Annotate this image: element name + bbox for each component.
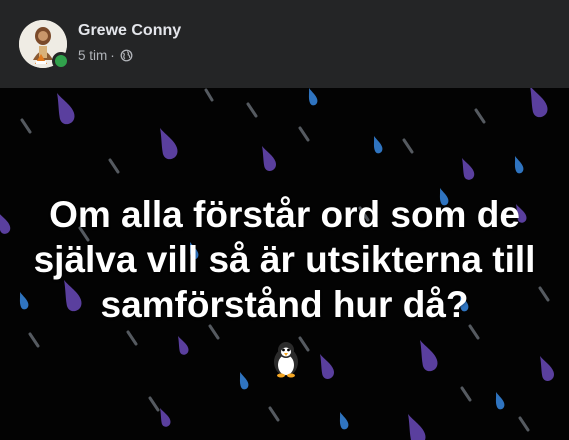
meta-separator: · xyxy=(110,48,115,63)
post-card: Grewe Conny 5 tim · Om alla förstår ord … xyxy=(0,0,569,440)
author-avatar-link[interactable] xyxy=(19,20,70,70)
post-meta: 5 tim · xyxy=(78,48,133,63)
post-text: Om alla förstår ord som de själva vill s… xyxy=(0,192,569,327)
post-text-line: Om alla förstår ord som de xyxy=(49,194,520,235)
post-timestamp[interactable]: 5 tim xyxy=(78,48,107,63)
globe-icon[interactable] xyxy=(120,49,133,62)
post-text-line: samförstånd hur då? xyxy=(100,284,469,325)
online-status-dot xyxy=(52,52,70,70)
post-header: Grewe Conny 5 tim · xyxy=(0,0,569,88)
author-name[interactable]: Grewe Conny xyxy=(78,22,181,40)
penguin-emoji xyxy=(267,340,305,378)
post-background: Om alla förstår ord som de själva vill s… xyxy=(0,88,569,440)
post-text-line: själva vill så är utsikterna till xyxy=(33,239,536,280)
